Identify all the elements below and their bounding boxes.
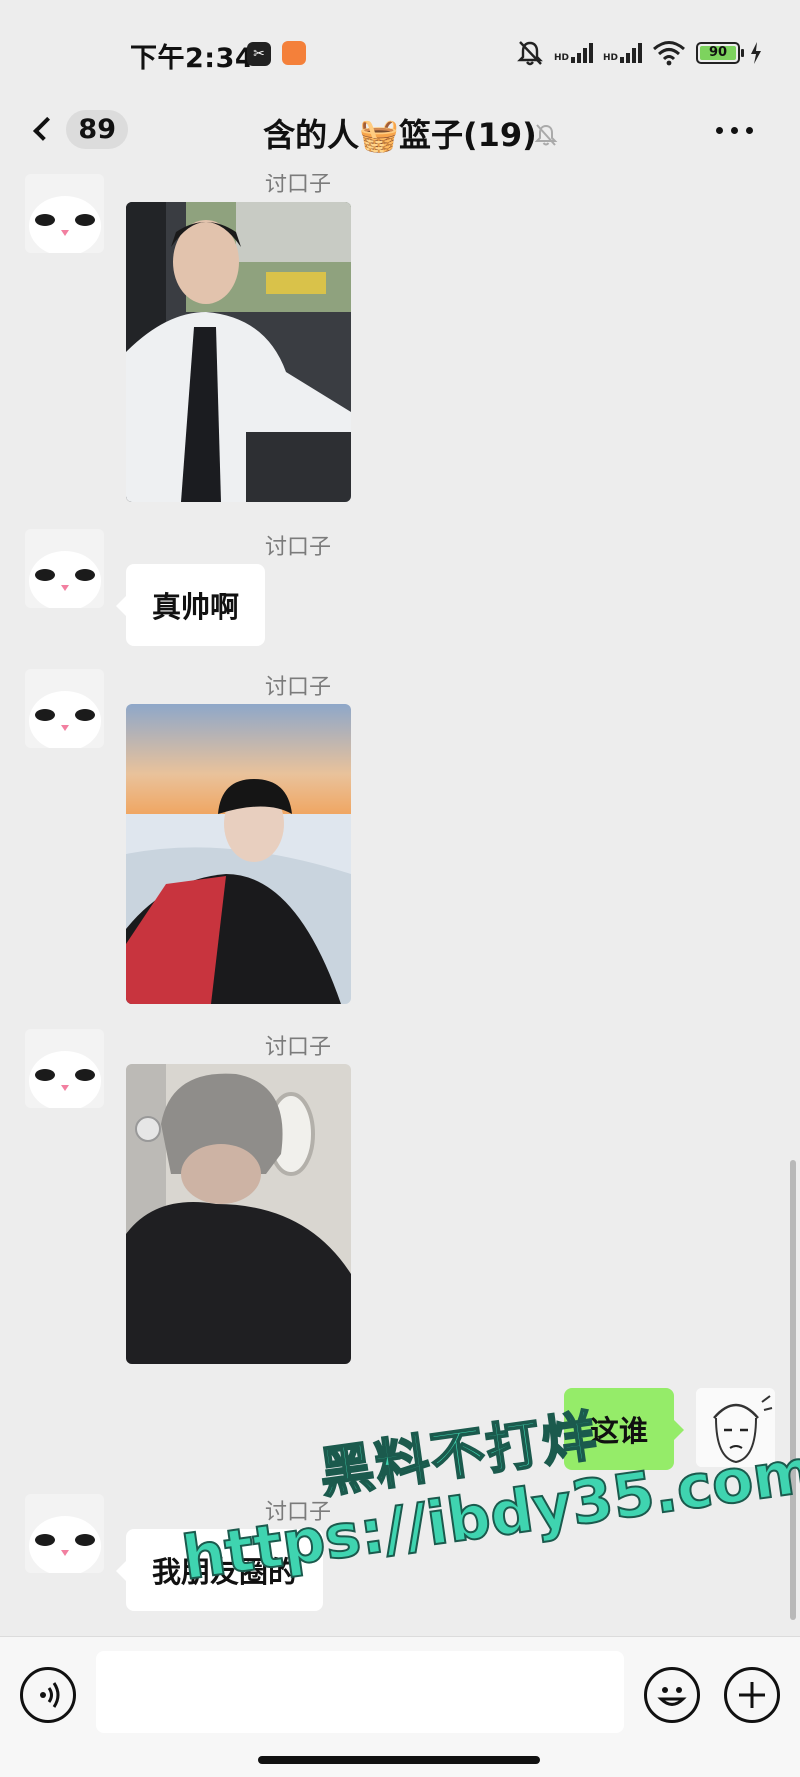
mute-icon (534, 124, 558, 146)
white-cat-avatar[interactable] (25, 669, 104, 748)
white-cat-avatar[interactable] (25, 174, 104, 253)
battery-icon: 90 (696, 42, 744, 64)
app-icon (282, 41, 306, 65)
chat-title[interactable]: 含的人🧺篮子(19) (0, 110, 800, 156)
photo-message[interactable] (126, 202, 351, 502)
white-cat-avatar[interactable] (25, 529, 104, 608)
wifi-icon (653, 41, 685, 66)
sender-name: 讨口子 (265, 1035, 332, 1060)
status-bar: 下午2:34 ✂ HD HD 90 (0, 0, 800, 92)
sender-name: 讨口子 (265, 535, 332, 560)
white-cat-avatar[interactable] (25, 1494, 104, 1573)
status-time: 下午2:34 (130, 43, 255, 74)
photo-message[interactable] (126, 1064, 351, 1364)
battery-level: 90 (700, 46, 736, 60)
sender-name: 讨口子 (265, 675, 332, 700)
white-cat-avatar[interactable] (25, 1029, 104, 1108)
signal-hd-icon: HD (603, 43, 642, 63)
signal-hd-icon: HD (554, 43, 593, 63)
emoji-icon[interactable] (644, 1667, 700, 1723)
message-list[interactable]: 讨口子 讨口子 真帅啊 讨口子 讨口子 这谁 讨口子 我朋友圈的 (0, 174, 800, 1626)
message-input[interactable] (96, 1651, 624, 1733)
home-indicator[interactable] (258, 1756, 540, 1764)
voice-icon[interactable] (20, 1667, 76, 1723)
chat-header: 89 含的人🧺篮子(19) (0, 92, 800, 174)
photo-message[interactable] (126, 704, 351, 1004)
scrollbar[interactable] (790, 1160, 796, 1620)
mute-bell-icon (517, 41, 543, 66)
charging-icon (751, 42, 761, 64)
more-icon[interactable] (716, 112, 762, 148)
sender-name: 讨口子 (265, 174, 332, 197)
plus-icon[interactable] (724, 1667, 780, 1723)
capcut-icon: ✂ (247, 42, 271, 66)
text-bubble[interactable]: 真帅啊 (115, 564, 266, 646)
